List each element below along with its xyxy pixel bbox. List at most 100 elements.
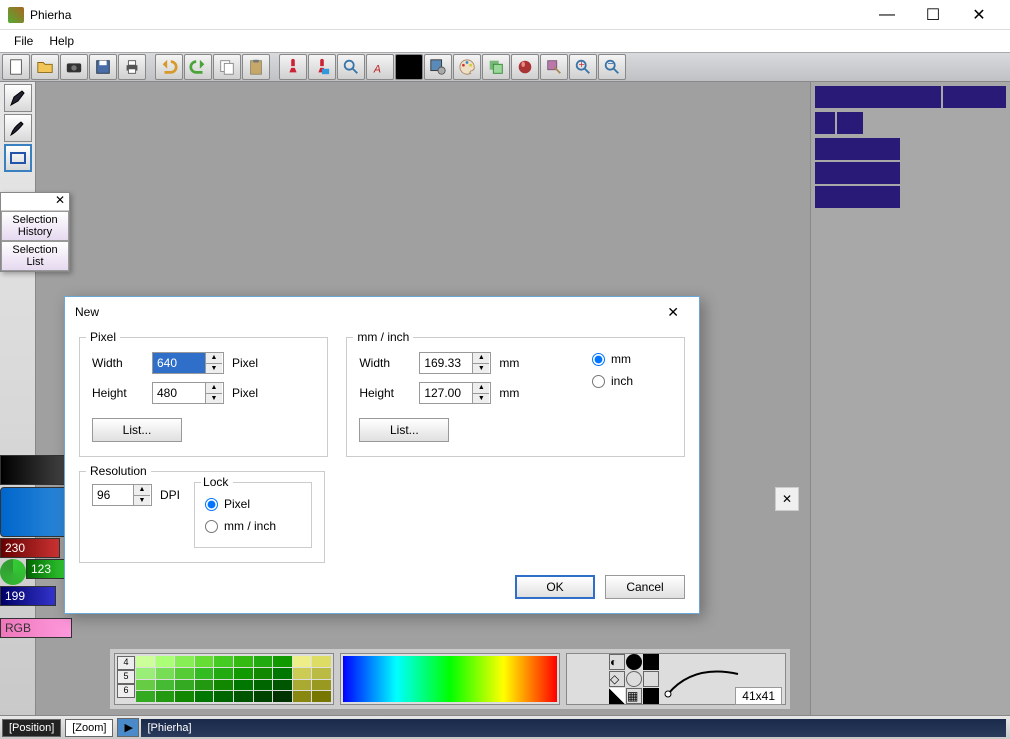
lock-group: Lock Pixel mm / inch <box>194 482 312 548</box>
brush-tool-icon[interactable] <box>4 114 32 142</box>
save-icon[interactable] <box>89 54 117 80</box>
unit-inch-radio[interactable] <box>592 375 605 388</box>
palette-greens[interactable]: 4 5 6 <box>114 653 334 705</box>
camera-icon[interactable] <box>60 54 88 80</box>
dpi-label: DPI <box>160 488 180 502</box>
spin-up-icon[interactable]: ▲ <box>472 383 489 394</box>
green-circle-icon[interactable] <box>0 559 26 585</box>
swatch[interactable] <box>815 138 900 160</box>
minimize-button[interactable]: — <box>864 1 910 29</box>
color-display-icon[interactable] <box>395 54 423 80</box>
status-zoom[interactable]: [Zoom] <box>65 719 113 737</box>
undo-icon[interactable] <box>155 54 183 80</box>
mm-width-label: Width <box>359 356 419 370</box>
spin-up-icon[interactable]: ▲ <box>205 353 222 364</box>
side-close-icon[interactable]: ✕ <box>775 487 799 511</box>
preset-6[interactable]: 6 <box>117 684 135 698</box>
spin-up-icon[interactable]: ▲ <box>472 353 489 364</box>
selection-history-button[interactable]: SelectionHistory <box>1 211 69 241</box>
px-width-input[interactable]: ▲▼ <box>152 352 224 374</box>
image-settings-icon[interactable] <box>424 54 452 80</box>
toolbar: A + − <box>0 52 1010 82</box>
app-title: Phierha <box>30 8 864 22</box>
svg-text:A: A <box>373 63 381 75</box>
unit-mm-radio[interactable] <box>592 353 605 366</box>
selection-list-button[interactable]: SelectionList <box>1 241 69 271</box>
edit-tool-icon[interactable] <box>540 54 568 80</box>
resolution-group: Resolution ▲▼ DPI Lock Pixel mm / inch <box>79 471 325 563</box>
maximize-button[interactable]: ☐ <box>910 1 956 29</box>
green-value-bar[interactable]: 123 <box>26 559 66 579</box>
zoom-icon[interactable] <box>337 54 365 80</box>
status-play-icon[interactable]: ▶ <box>117 718 139 737</box>
palette-icon[interactable] <box>453 54 481 80</box>
spin-up-icon[interactable]: ▲ <box>205 383 222 394</box>
status-position[interactable]: [Position] <box>2 719 61 737</box>
mm-list-button[interactable]: List... <box>359 418 449 442</box>
preset-5[interactable]: 5 <box>117 670 135 684</box>
px-unit: Pixel <box>232 386 258 400</box>
redo-icon[interactable] <box>184 54 212 80</box>
resolution-legend: Resolution <box>86 464 151 478</box>
ok-button[interactable]: OK <box>515 575 595 599</box>
pixel-group: Pixel Width ▲▼ Pixel Height ▲▼ Pixel <box>79 337 328 457</box>
spin-down-icon[interactable]: ▼ <box>133 496 150 506</box>
swatch[interactable] <box>815 186 900 208</box>
red-value-bar[interactable]: 230 <box>0 538 60 558</box>
zoom-out-icon[interactable]: − <box>598 54 626 80</box>
rgb-button[interactable]: RGB <box>0 618 72 638</box>
print-icon[interactable] <box>118 54 146 80</box>
spin-down-icon[interactable]: ▼ <box>205 364 222 374</box>
swatch[interactable] <box>837 112 863 134</box>
text-icon[interactable]: A <box>366 54 394 80</box>
spin-down-icon[interactable]: ▼ <box>472 394 489 404</box>
lock-legend: Lock <box>201 475 233 489</box>
cancel-button[interactable]: Cancel <box>605 575 685 599</box>
stamp-red-icon[interactable] <box>279 54 307 80</box>
mm-legend: mm / inch <box>353 330 413 344</box>
pen-tool-icon[interactable] <box>4 84 32 112</box>
spin-up-icon[interactable]: ▲ <box>133 485 150 496</box>
blue-value-bar[interactable]: 199 <box>0 586 56 606</box>
close-button[interactable]: ✕ <box>956 1 1002 29</box>
mm-height-input[interactable]: ▲▼ <box>419 382 491 404</box>
preset-4[interactable]: 4 <box>117 656 135 670</box>
spin-down-icon[interactable]: ▼ <box>205 394 222 404</box>
menu-help[interactable]: Help <box>41 32 82 50</box>
status-app: [Phierha] <box>141 719 1006 737</box>
brush-preview[interactable]: ◐ ◇ ▦ 41x41 <box>566 653 786 705</box>
brush-size-field[interactable]: 41x41 <box>735 687 782 705</box>
px-unit: Pixel <box>232 356 258 370</box>
swatch[interactable] <box>943 86 1006 108</box>
layers-icon[interactable] <box>482 54 510 80</box>
zoom-in-icon[interactable]: + <box>569 54 597 80</box>
copy-icon[interactable] <box>213 54 241 80</box>
spin-down-icon[interactable]: ▼ <box>472 364 489 374</box>
right-panel <box>810 82 1010 739</box>
rectangle-tool-icon[interactable] <box>4 144 32 172</box>
titlebar: Phierha — ☐ ✕ <box>0 0 1010 30</box>
lock-mm-radio[interactable] <box>205 520 218 533</box>
open-folder-icon[interactable] <box>31 54 59 80</box>
sphere-icon[interactable] <box>511 54 539 80</box>
mm-unit: mm <box>499 386 519 400</box>
lock-pixel-radio[interactable] <box>205 498 218 511</box>
mm-height-label: Height <box>359 386 419 400</box>
dpi-input[interactable]: ▲▼ <box>92 484 152 506</box>
swatch[interactable] <box>815 86 941 108</box>
mm-width-input[interactable]: ▲▼ <box>419 352 491 374</box>
paste-icon[interactable] <box>242 54 270 80</box>
new-file-icon[interactable] <box>2 54 30 80</box>
px-list-button[interactable]: List... <box>92 418 182 442</box>
dialog-close-icon[interactable]: ✕ <box>657 300 689 325</box>
palette-spectrum[interactable] <box>340 653 560 705</box>
swatch[interactable] <box>815 162 900 184</box>
px-height-input[interactable]: ▲▼ <box>152 382 224 404</box>
stamp-blue-icon[interactable] <box>308 54 336 80</box>
swatch[interactable] <box>815 112 835 134</box>
px-width-label: Width <box>92 356 152 370</box>
palette-bar: 4 5 6 ◐ ◇ ▦ 41x41 <box>110 649 790 709</box>
menu-file[interactable]: File <box>6 32 41 50</box>
app-icon <box>8 7 24 23</box>
selection-panel-close[interactable]: ✕ <box>1 193 69 211</box>
